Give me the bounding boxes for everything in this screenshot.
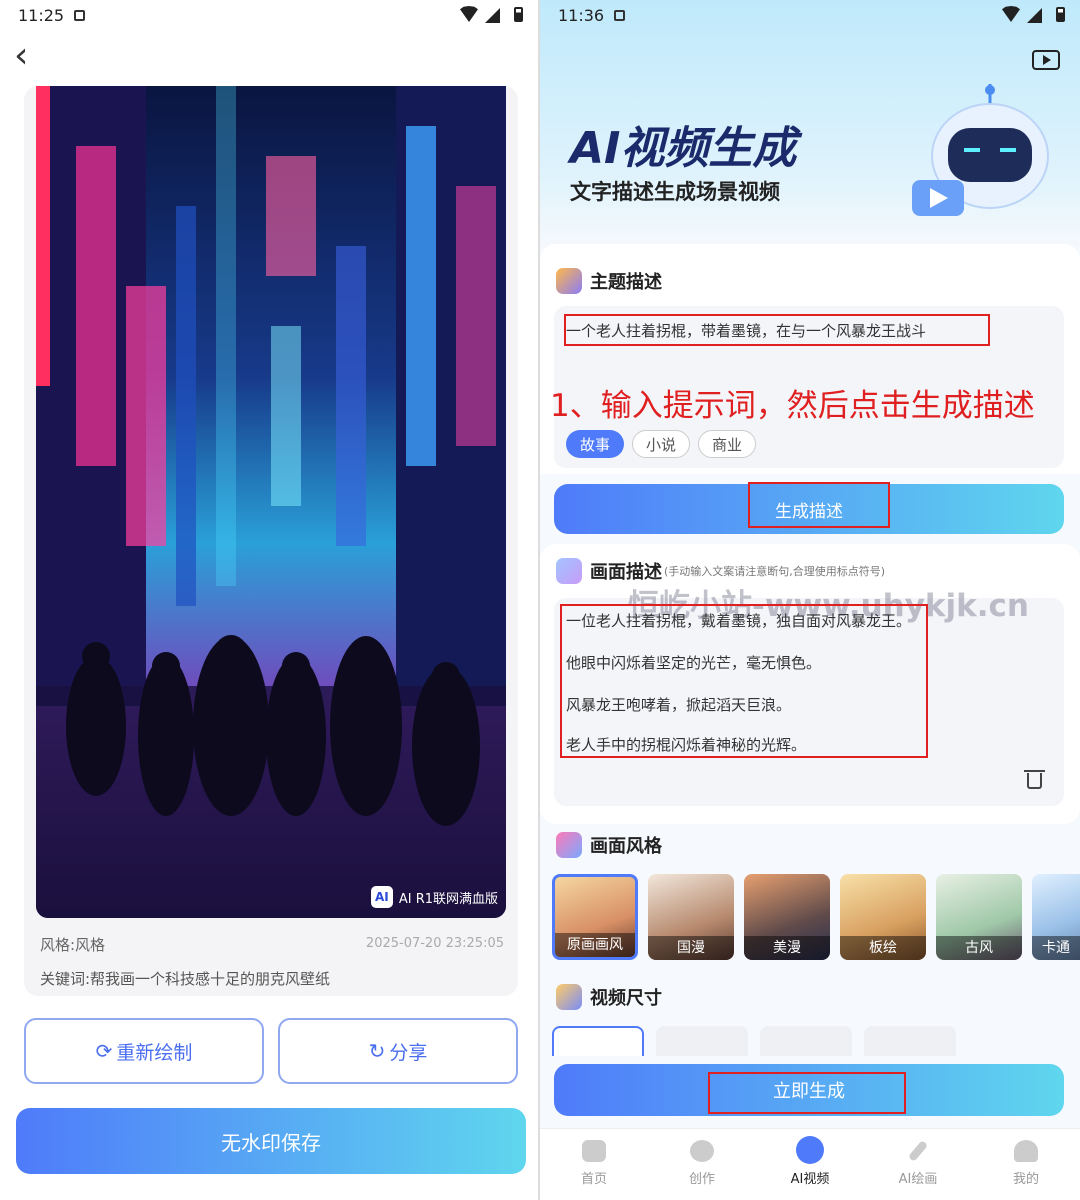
back-button[interactable]: ‹ [14,38,48,78]
style-label-ancient: 古风 [936,936,1022,960]
chip-story[interactable]: 故事 [566,430,624,458]
generate-description-highlight-box [748,482,890,528]
generated-image[interactable]: AI AI R1联网满血版 [36,86,506,918]
play-icon [1043,55,1051,65]
banner-title: AI视频生成 [570,123,797,174]
palette-icon [556,832,582,858]
robot-mascot-icon [912,84,1052,224]
notification-icon [614,10,625,21]
style-label-original: 原画画风 [555,933,635,957]
style-tile-guoman[interactable]: 国漫 [648,874,734,960]
scene-highlight-box [560,604,928,758]
battery-icon [514,7,523,22]
tab-ai-video[interactable]: AI视频 [756,1136,864,1196]
scene-icon [556,558,582,584]
brush-icon [907,1140,929,1162]
redraw-button[interactable]: ⟳ 重新绘制 [24,1018,264,1084]
style-tile-american[interactable]: 美漫 [744,874,830,960]
size-option-3[interactable] [760,1026,852,1056]
chip-novel[interactable]: 小说 [632,430,690,458]
trash-lid [1024,770,1045,772]
tab-profile[interactable]: 我的 [972,1136,1080,1196]
wifi-icon [1002,6,1020,22]
size-section-title: 视频尺寸 [556,984,662,1010]
delete-button[interactable] [1024,768,1046,790]
share-label: 分享 [389,1041,428,1064]
save-label: 无水印保存 [221,1130,321,1155]
size-option-2[interactable] [656,1026,748,1056]
style-section-title: 画面风格 [556,832,662,858]
style-tile-cartoon[interactable]: 卡通 [1032,874,1080,960]
tab-ai-drawing-label: AI绘画 [898,1172,938,1187]
signal-icon [1027,8,1042,23]
refresh-icon: ⟳ [95,1039,113,1063]
chip-business[interactable]: 商业 [698,430,756,458]
share-button[interactable]: ↻ 分享 [278,1018,518,1084]
size-title: 视频尺寸 [590,988,662,1009]
style-label-cartoon: 卡通 [1032,936,1080,960]
style-title: 画面风格 [590,836,662,857]
size-option-4[interactable] [864,1026,956,1056]
lightbulb-icon [690,1140,714,1162]
tab-home-label: 首页 [580,1172,607,1187]
signal-icon [485,8,500,23]
tab-ai-drawing[interactable]: AI绘画 [864,1136,972,1196]
badge-text: AI R1联网满血版 [398,891,498,907]
style-tile-board[interactable]: 板绘 [840,874,926,960]
topic-section-title: 主题描述 [556,268,662,294]
tab-profile-label: 我的 [1012,1172,1039,1187]
theme-icon [556,268,582,294]
status-bar: 11:25 [0,0,538,34]
video-icon [796,1136,824,1164]
battery-icon [1056,7,1065,22]
wifi-icon [460,6,478,22]
style-label-american: 美漫 [744,936,830,960]
left-screen: 11:25 ‹ AI AI R1联网满血版 风格:风格 2025-07-20 2… [0,0,538,1200]
annotation-text: 1、输入提示词，然后点击生成描述 [550,388,1035,424]
tab-home[interactable]: 首页 [540,1136,648,1196]
notification-icon [74,10,85,21]
style-tile-original[interactable]: 原画画风 [552,874,638,960]
generate-now-highlight-box [708,1072,906,1114]
scene-hint: (手动输入文案请注意断句,合理使用标点符号) [664,565,886,578]
style-tile-ancient[interactable]: 古风 [936,874,1022,960]
redraw-label: 重新绘制 [116,1041,193,1064]
size-option-1[interactable] [552,1026,644,1056]
share-icon: ↻ [368,1039,386,1063]
right-screen: 11:36 AI视频生成 文字描述生成场景视频 主题描述 一个老人拄着拐棍，带着… [540,0,1080,1200]
chip-story-label: 故事 [579,435,610,454]
style-label: 风格:风格 [40,936,106,954]
image-badge: AI AI R1联网满血版 [370,884,498,910]
chip-novel-label: 小说 [645,435,676,454]
style-label-guoman: 国漫 [648,936,734,960]
chip-business-label: 商业 [711,435,742,454]
video-history-button[interactable] [1032,50,1060,70]
tab-ai-video-label: AI视频 [790,1172,830,1187]
app-logo-icon: AI [370,886,393,908]
topic-title: 主题描述 [590,272,662,293]
status-time: 11:36 [558,6,605,25]
keywords-label: 关键词:帮我画一个科技感十足的朋克风壁纸 [40,970,331,988]
cyberpunk-city-illustration [36,86,506,918]
banner-subtitle: 文字描述生成场景视频 [570,180,780,204]
back-icon: ‹ [14,35,29,76]
save-without-watermark-button[interactable]: 无水印保存 [16,1108,526,1174]
status-time: 11:25 [18,6,65,25]
style-label-board: 板绘 [840,936,926,960]
trash-icon [1027,773,1042,789]
tab-create-label: 创作 [688,1172,715,1187]
home-icon [582,1140,606,1162]
user-icon [1014,1140,1038,1162]
size-icon [556,984,582,1010]
tab-create[interactable]: 创作 [648,1136,756,1196]
input-highlight-box [564,314,990,346]
status-bar: 11:36 [540,0,1080,34]
timestamp: 2025-07-20 23:25:05 [365,936,504,951]
